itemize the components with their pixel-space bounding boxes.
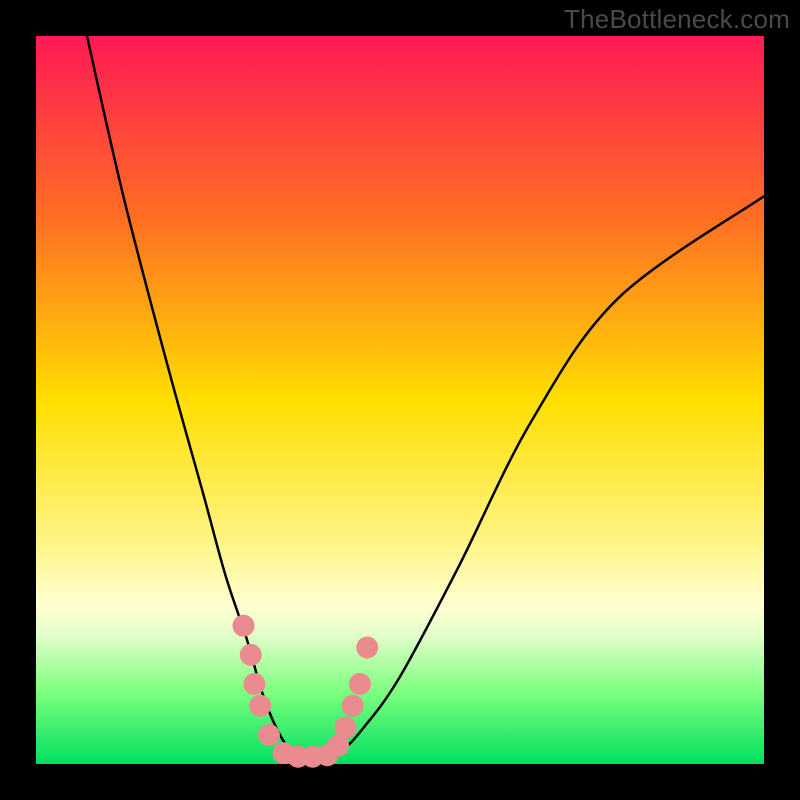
marker-dot [249, 695, 271, 717]
marker-dot [258, 724, 280, 746]
marker-dot [240, 644, 262, 666]
bottleneck-chart [0, 0, 800, 800]
marker-dot [243, 673, 265, 695]
marker-dot [232, 615, 254, 637]
marker-dot [356, 637, 378, 659]
marker-dot [342, 695, 364, 717]
marker-dot [334, 717, 356, 739]
watermark-text: TheBottleneck.com [564, 4, 790, 35]
chart-frame: TheBottleneck.com [0, 0, 800, 800]
plot-background [36, 36, 764, 764]
marker-dot [349, 673, 371, 695]
